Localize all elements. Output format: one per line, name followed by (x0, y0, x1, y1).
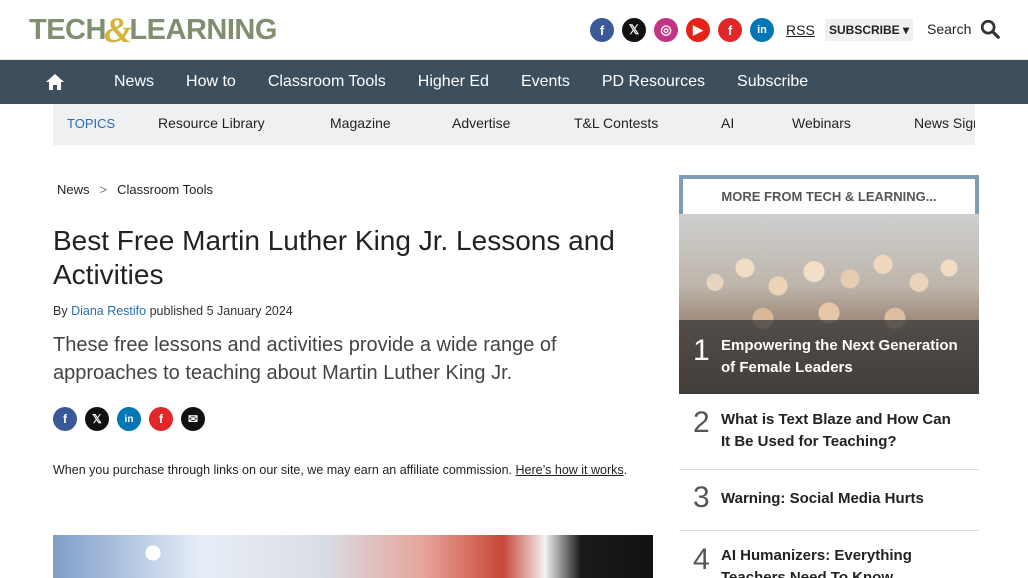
sidebar-list-item[interactable]: 3 Warning: Social Media Hurts (679, 470, 979, 531)
affiliate-period: . (623, 463, 628, 477)
sidebar-item-title[interactable]: Empowering the Next Generation of Female… (721, 335, 971, 379)
topic-news-signup[interactable]: News Sign (914, 115, 975, 131)
logo-text-learning: LEARNING (129, 13, 277, 46)
social-links: f 𝕏 ◎ ▶ f in RSS (590, 18, 815, 42)
breadcrumb: News > Classroom Tools (57, 182, 213, 197)
home-icon (46, 74, 64, 90)
topics-bar: TOPICS Resource Library Magazine Adverti… (53, 104, 975, 145)
sidebar-item-title[interactable]: AI Humanizers: Everything Teachers Need … (721, 545, 961, 578)
instagram-icon[interactable]: ◎ (654, 18, 678, 42)
sidebar-item-number: 2 (693, 406, 710, 439)
share-linkedin-icon[interactable]: in (117, 407, 141, 431)
breadcrumb-separator: > (99, 182, 108, 197)
search-button[interactable]: Search (927, 18, 1001, 40)
byline-prefix: By (53, 304, 72, 318)
search-icon (981, 19, 1001, 39)
affiliate-disclosure: When you purchase through links on our s… (53, 461, 653, 479)
topics-label: TOPICS (67, 116, 116, 131)
topic-magazine[interactable]: Magazine (330, 115, 391, 131)
flipboard-icon[interactable]: f (718, 18, 742, 42)
affiliate-link[interactable]: Here’s how it works (516, 463, 624, 477)
site-header: TECH & LEARNING f 𝕏 ◎ ▶ f in RSS SUBSCRIBE… (0, 0, 1028, 60)
linkedin-icon[interactable]: in (750, 18, 774, 42)
x-twitter-icon[interactable]: 𝕏 (622, 18, 646, 42)
nav-item-subscribe[interactable]: Subscribe (721, 73, 824, 91)
nav-item-news[interactable]: News (98, 73, 170, 91)
topic-advertise[interactable]: Advertise (452, 115, 510, 131)
sidebar-item-number: 1 (693, 334, 710, 367)
nav-item-higher-ed[interactable]: Higher Ed (402, 73, 505, 91)
nav-item-pd-resources[interactable]: PD Resources (586, 73, 721, 91)
breadcrumb-news[interactable]: News (57, 182, 90, 197)
share-buttons: f 𝕏 in f ✉ (53, 407, 205, 431)
sidebar-item-title[interactable]: What is Text Blaze and How Can It Be Use… (721, 409, 961, 453)
main-nav: News How to Classroom Tools Higher Ed Ev… (0, 60, 1028, 104)
nav-item-events[interactable]: Events (505, 73, 586, 91)
facebook-icon[interactable]: f (590, 18, 614, 42)
search-label: Search (927, 21, 972, 37)
rss-link[interactable]: RSS (786, 22, 815, 38)
topic-webinars[interactable]: Webinars (792, 115, 851, 131)
site-logo[interactable]: TECH & LEARNING (29, 10, 277, 50)
article-hero-image (53, 535, 653, 578)
sidebar-heading: MORE FROM TECH & LEARNING... (679, 175, 979, 214)
breadcrumb-classroom-tools[interactable]: Classroom Tools (117, 182, 213, 197)
article-title: Best Free Martin Luther King Jr. Lessons… (53, 225, 615, 290)
logo-text-tech: TECH (29, 13, 106, 46)
sidebar-item-title[interactable]: Warning: Social Media Hurts (721, 488, 961, 510)
sidebar-featured-item[interactable]: 1 Empowering the Next Generation of Fema… (679, 214, 979, 394)
published-date: published 5 January 2024 (146, 304, 293, 318)
logo-ampersand: & (103, 10, 132, 50)
article-byline: By Diana Restifo published 5 January 202… (53, 304, 293, 318)
home-button[interactable] (33, 60, 77, 104)
share-flipboard-icon[interactable]: f (149, 407, 173, 431)
topic-resource-library[interactable]: Resource Library (158, 115, 265, 131)
nav-item-classroom-tools[interactable]: Classroom Tools (252, 73, 402, 91)
sidebar-list-item[interactable]: 4 AI Humanizers: Everything Teachers Nee… (679, 531, 979, 578)
share-email-icon[interactable]: ✉ (181, 407, 205, 431)
share-facebook-icon[interactable]: f (53, 407, 77, 431)
sidebar-item-number: 4 (693, 543, 710, 576)
sidebar-item-number: 3 (693, 481, 710, 514)
share-x-icon[interactable]: 𝕏 (85, 407, 109, 431)
article-description: These free lessons and activities provid… (53, 334, 557, 384)
youtube-icon[interactable]: ▶ (686, 18, 710, 42)
nav-item-how-to[interactable]: How to (170, 73, 252, 91)
topic-ai[interactable]: AI (721, 115, 734, 131)
topic-tl-contests[interactable]: T&L Contests (574, 115, 658, 131)
affiliate-text: When you purchase through links on our s… (53, 463, 516, 477)
sidebar-more-from: MORE FROM TECH & LEARNING... 1 Empowerin… (679, 175, 979, 578)
sidebar-list-item[interactable]: 2 What is Text Blaze and How Can It Be U… (679, 394, 979, 470)
subscribe-dropdown[interactable]: SUBSCRIBE ▾ (825, 19, 914, 41)
author-link[interactable]: Diana Restifo (71, 304, 146, 318)
